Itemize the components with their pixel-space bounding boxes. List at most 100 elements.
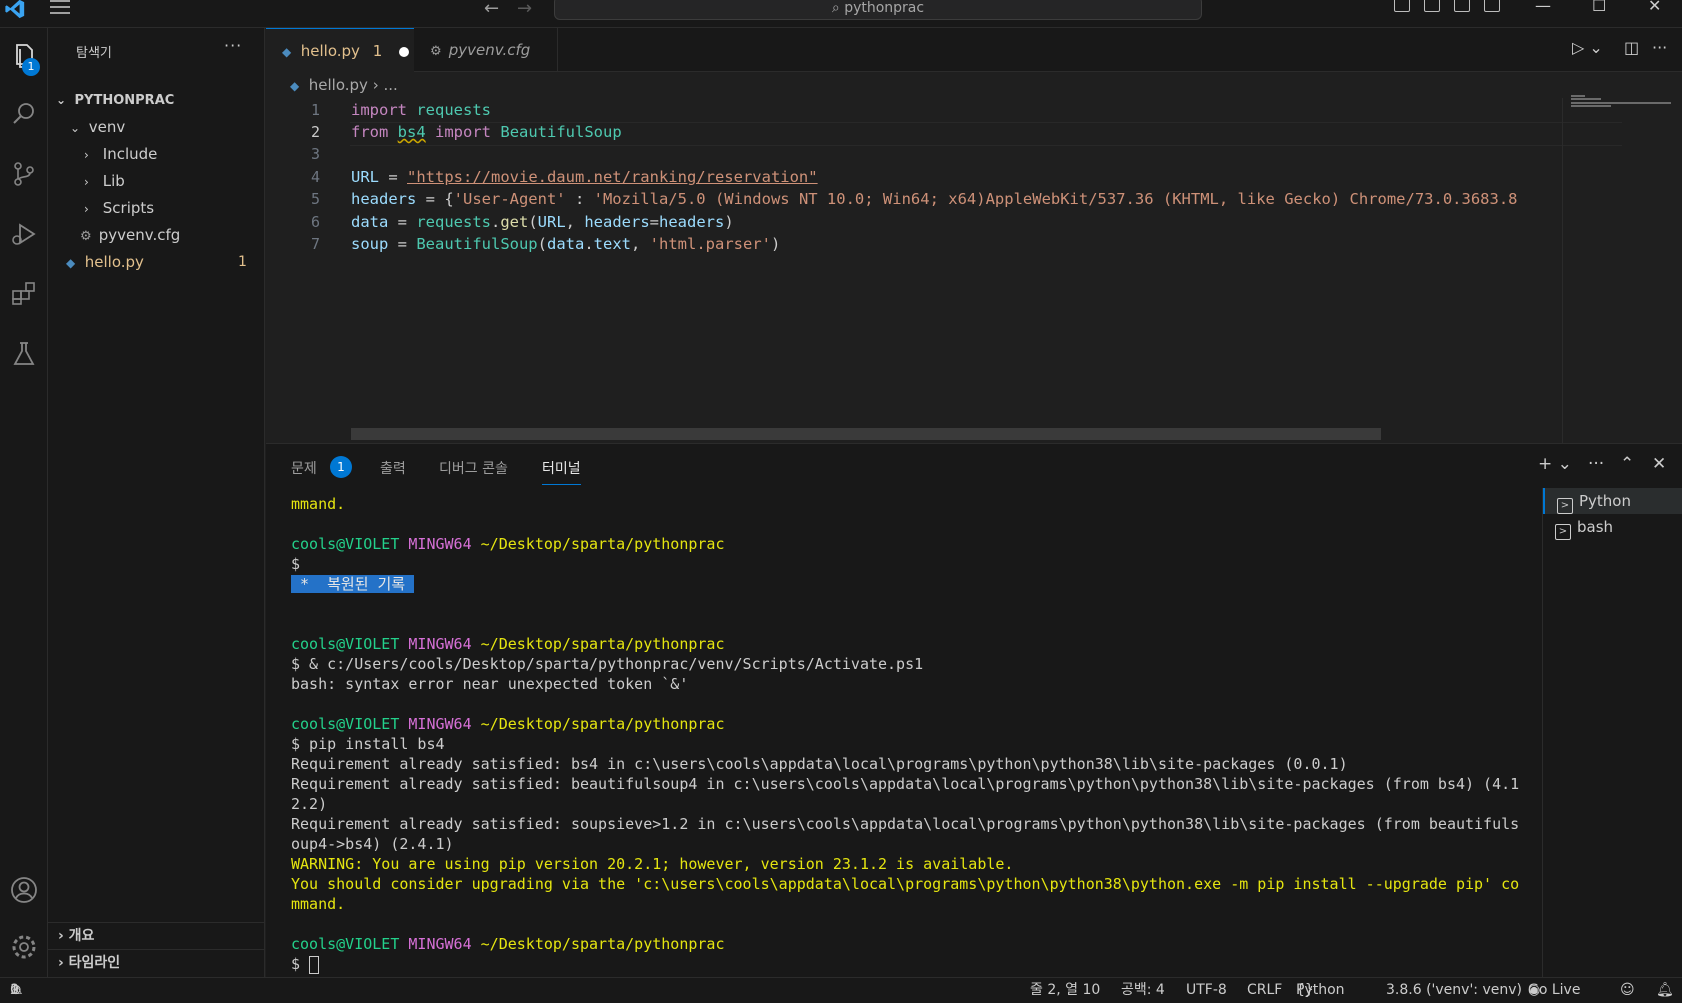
terminal-line: 2.2): [291, 795, 328, 813]
tree-root-pythonprac[interactable]: ⌄ PYTHONPRAC: [56, 87, 174, 113]
tree-item-hello-py[interactable]: ◆ hello.py 1: [66, 249, 265, 275]
new-terminal-icon[interactable]: + ⌄: [1538, 454, 1572, 474]
tree-item-label: Include: [102, 145, 158, 163]
unsaved-dot-icon[interactable]: [399, 46, 410, 57]
outline-section[interactable]: › 개요: [48, 922, 265, 948]
argument: text: [593, 235, 631, 253]
indentation[interactable]: 공백: 4: [1121, 978, 1165, 1002]
tree-item-venv[interactable]: ⌄ venv: [70, 114, 125, 140]
close-icon[interactable]: ✕: [1648, 0, 1661, 15]
outline-label: 개요: [68, 928, 95, 944]
code-line-2: from bs4 import BeautifulSoup: [351, 123, 622, 141]
terminal-line: oup4->bs4) (2.4.1): [291, 835, 454, 853]
notifications-bell-icon[interactable]: 🔔︎: [1656, 978, 1674, 1002]
command-center-text: pythonprac: [844, 0, 925, 16]
encoding[interactable]: UTF-8: [1186, 978, 1227, 1002]
split-editor-icon[interactable]: ◫: [1624, 38, 1639, 57]
terminal-item-python[interactable]: > Python: [1543, 488, 1682, 514]
tree-item-pyvenv-cfg[interactable]: ⚙ pyvenv.cfg: [80, 222, 180, 248]
tree-item-scripts[interactable]: › Scripts: [84, 195, 154, 221]
minimize-icon[interactable]: —: [1535, 0, 1551, 15]
source-control-icon[interactable]: [8, 158, 40, 190]
code-editor[interactable]: 1 2 3 4 5 6 7 import requests from bs4 i…: [266, 95, 1682, 443]
terminal-item-bash[interactable]: > bash: [1543, 514, 1682, 540]
search-icon[interactable]: [8, 98, 40, 130]
sidebar-title: 탐색기: [76, 46, 112, 61]
tab-terminal[interactable]: 터미널: [542, 458, 581, 485]
operator: ,: [631, 235, 650, 253]
tree-item-label: Lib: [102, 172, 125, 190]
run-debug-icon[interactable]: [8, 218, 40, 250]
tree-item-label: Scripts: [102, 199, 155, 217]
terminal-line: Requirement already satisfied: bs4 in c:…: [291, 755, 1348, 773]
tab-output[interactable]: 출력: [380, 458, 406, 478]
line-number: 1: [310, 101, 320, 119]
tree-item-label: hello.py: [84, 253, 144, 271]
argument: headers: [659, 213, 725, 231]
breadcrumb-file[interactable]: hello.py: [309, 76, 368, 94]
arrow-right-icon[interactable]: →: [517, 0, 532, 19]
terminal-warning: mmand.: [291, 895, 346, 913]
terminal-line: bash: syntax error near unexpected token…: [291, 675, 689, 693]
terminal-line: $ pip install bs4: [291, 735, 445, 753]
maximize-panel-icon[interactable]: ⌃: [1620, 454, 1634, 474]
maximize-icon[interactable]: ☐: [1592, 0, 1606, 15]
operator: =: [379, 168, 407, 186]
customize-layout-icon[interactable]: [1484, 0, 1500, 12]
breadcrumb-rest[interactable]: ...: [384, 76, 398, 94]
terminal-path: ~/Desktop/sparta/pythonprac: [480, 715, 725, 733]
testing-icon[interactable]: [8, 338, 40, 370]
minimap[interactable]: [1562, 95, 1682, 443]
terminal-list: > Python > bash: [1542, 488, 1682, 978]
code-line-1: import requests: [351, 101, 491, 119]
vscode-logo: [5, 0, 25, 19]
extensions-icon[interactable]: [8, 278, 40, 310]
arrow-left-icon[interactable]: ←: [484, 0, 499, 19]
line-number: 7: [310, 235, 320, 253]
toggle-sidebar-icon[interactable]: [1394, 0, 1410, 12]
command-center-search[interactable]: ⌕ pythonprac: [554, 0, 1202, 20]
settings-gear-icon[interactable]: [8, 931, 40, 963]
chevron-down-icon: ⌄: [70, 121, 81, 135]
tab-problem-count: 1: [372, 42, 383, 60]
terminal-path: ~/Desktop/sparta/pythonprac: [480, 635, 725, 653]
terminal-output[interactable]: mmand. cools@VIOLET MINGW64 ~/Desktop/sp…: [291, 494, 1546, 974]
more-actions-icon[interactable]: ···: [224, 36, 242, 55]
activity-bar: 1: [0, 28, 48, 977]
terminal-path: ~/Desktop/sparta/pythonprac: [480, 935, 725, 953]
module-name: requests: [416, 213, 491, 231]
tree-item-label: venv: [88, 118, 126, 136]
operator: .: [584, 235, 594, 253]
line-number: 3: [310, 145, 320, 163]
tab-pyvenv-cfg[interactable]: ⚙ pyvenv.cfg: [414, 28, 558, 72]
run-icon[interactable]: ▷ ⌄: [1572, 38, 1603, 57]
close-panel-icon[interactable]: ✕: [1652, 454, 1666, 474]
python-file-icon: ◆: [290, 79, 300, 93]
more-actions-icon[interactable]: ···: [1588, 454, 1604, 474]
menu-icon[interactable]: [50, 0, 70, 14]
tree-item-include[interactable]: › Include: [84, 141, 157, 167]
string-literal: 'Mozilla/5.0 (Windows NT 10.0; Win64; x6…: [593, 190, 1518, 208]
restored-history-badge: * 복원된 기록: [291, 575, 415, 593]
more-actions-icon[interactable]: ···: [1652, 38, 1667, 57]
line-number: 5: [310, 190, 320, 208]
toggle-secondary-icon[interactable]: [1454, 0, 1470, 12]
terminal-path: ~/Desktop/sparta/pythonprac: [480, 535, 725, 553]
toggle-panel-icon[interactable]: [1424, 0, 1440, 12]
timeline-section[interactable]: › 타임라인: [48, 949, 265, 975]
cursor-position[interactable]: 줄 2, 열 10: [1030, 978, 1100, 1002]
feedback-icon[interactable]: ☺: [1620, 978, 1635, 1002]
function-name: get: [500, 213, 529, 231]
tab-debug-console[interactable]: 디버그 콘솔: [439, 458, 508, 478]
line-number: 6: [310, 213, 320, 231]
tree-item-lib[interactable]: › Lib: [84, 168, 125, 194]
argument: URL: [537, 213, 566, 231]
horizontal-scrollbar[interactable]: [351, 428, 1381, 440]
line-ending[interactable]: CRLF: [1247, 978, 1282, 1002]
python-interpreter[interactable]: 3.8.6 ('venv': venv): [1386, 978, 1522, 1002]
tab-hello-py[interactable]: ◆ hello.py 1: [266, 28, 414, 72]
accounts-icon[interactable]: [8, 874, 40, 906]
variable: URL: [351, 168, 379, 186]
tab-problems[interactable]: 문제: [291, 458, 317, 478]
operator: :: [565, 190, 594, 208]
